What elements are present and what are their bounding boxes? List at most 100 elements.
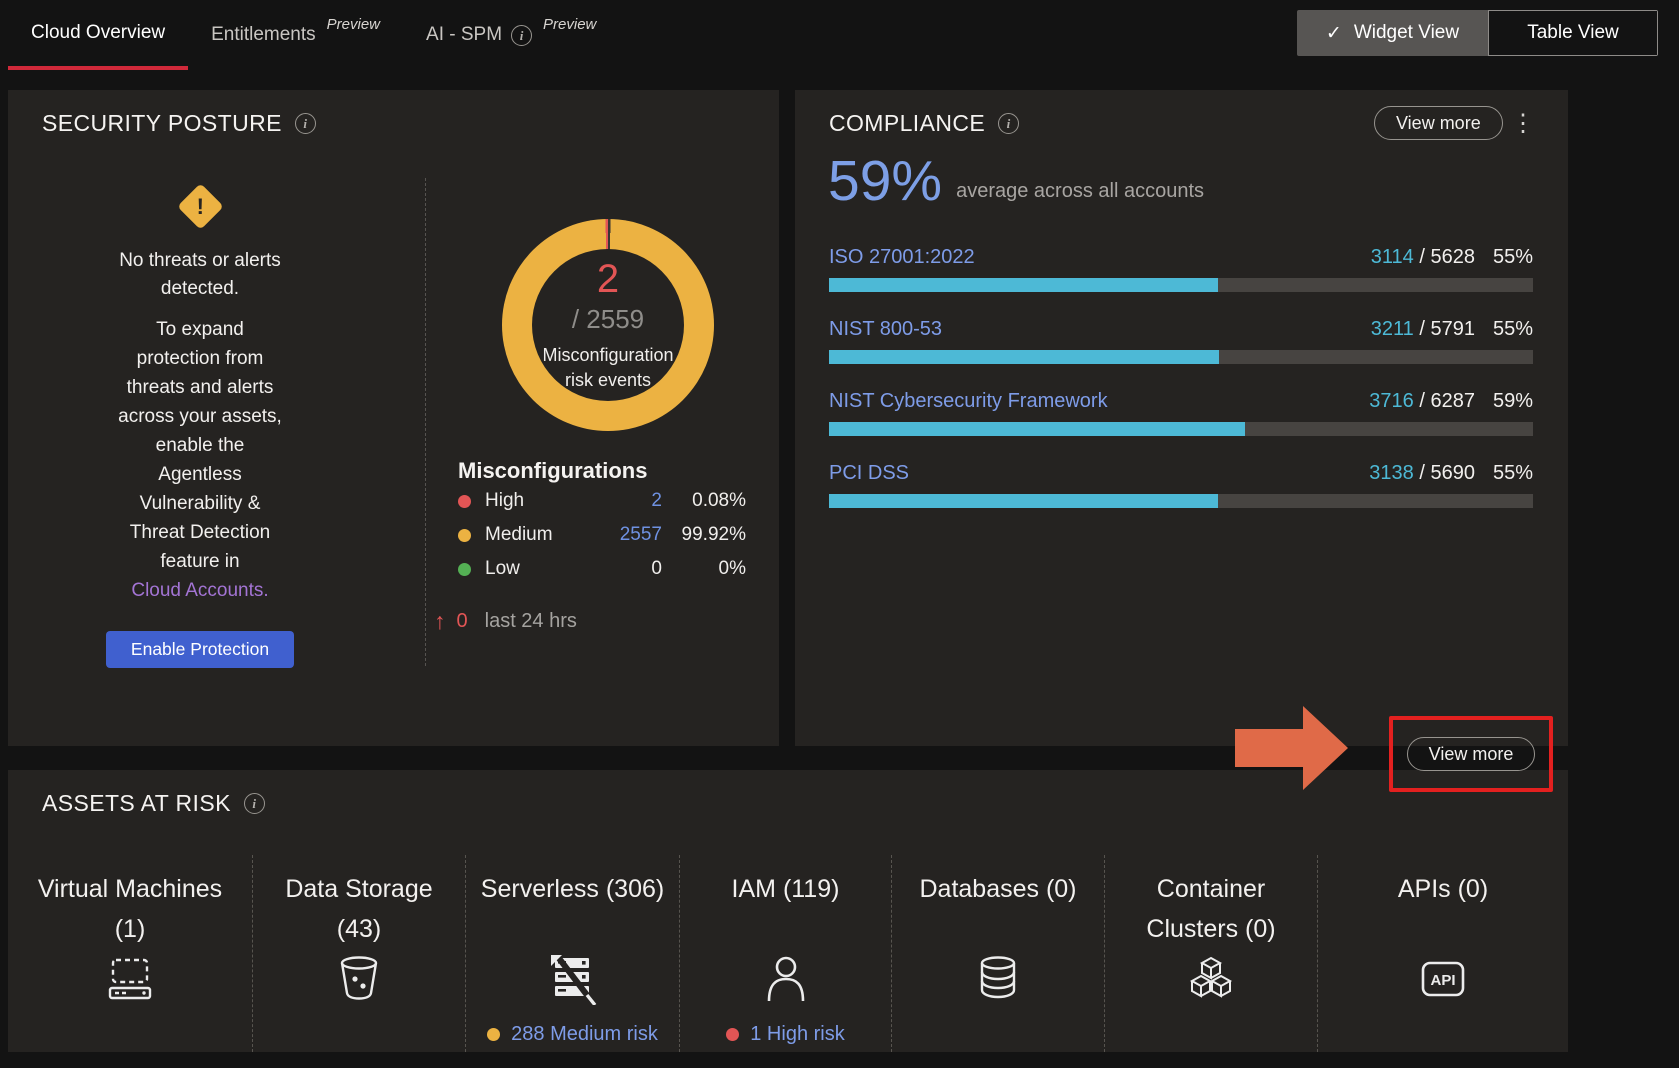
medium-risk-dot [487, 1028, 500, 1041]
databases-icon [892, 953, 1104, 1011]
container-clusters-icon [1105, 953, 1317, 1011]
legend-label: Medium [485, 524, 566, 546]
total-count: / 5628 [1414, 246, 1475, 268]
passed-count-link[interactable]: 3138 [1369, 462, 1414, 484]
tile-data-storage[interactable]: Data Storage (43) [253, 855, 466, 1052]
percent-label: 55% [1493, 318, 1533, 340]
passed-count-link[interactable]: 3211 [1371, 318, 1414, 340]
card-title-text: ASSETS AT RISK [42, 790, 231, 817]
standard-name-link[interactable]: NIST Cybersecurity Framework [829, 390, 1108, 413]
assets-at-risk-title: ASSETS AT RISK [42, 790, 265, 817]
standard-row: ISO 27001:2022 3114 / 5628 55% [829, 246, 1533, 292]
passed-count-link[interactable]: 3716 [1369, 390, 1414, 412]
compliance-view-more-button[interactable]: View more [1374, 106, 1503, 140]
info-icon[interactable] [244, 793, 265, 814]
compliance-card: COMPLIANCE View more 59% average across … [795, 90, 1568, 746]
tile-label: IAM (119) [680, 869, 891, 949]
progress-fill [829, 278, 1218, 292]
percent-label: 55% [1493, 246, 1533, 268]
total-count: / 5690 [1414, 462, 1475, 484]
standard-values: 3716 / 6287 59% [1369, 390, 1533, 413]
tile-databases[interactable]: Databases (0) [892, 855, 1105, 1052]
svg-text:API: API [1430, 972, 1455, 989]
tab-bar: Cloud Overview Entitlements Preview AI - … [8, 0, 619, 70]
tile-virtual-machines[interactable]: Virtual Machines (1) [8, 855, 253, 1052]
legend-row-high: High 2 0.08% [458, 484, 746, 518]
legend-label: High [485, 490, 566, 512]
assets-view-more-button[interactable]: View more [1407, 737, 1536, 771]
preview-badge: Preview [327, 16, 380, 33]
tab-ai-spm[interactable]: AI - SPM Preview [403, 0, 619, 70]
tile-iam[interactable]: IAM (119) 1 High risk [680, 855, 892, 1052]
security-posture-card: SECURITY POSTURE No threats or alerts de… [8, 90, 779, 746]
serverless-icon [466, 953, 679, 1011]
legend-row-medium: Medium 2557 99.92% [458, 518, 746, 552]
tile-container-clusters[interactable]: Container Clusters (0) [1105, 855, 1318, 1052]
standard-values: 3114 / 5628 55% [1371, 246, 1533, 269]
passed-count-link[interactable]: 3114 [1371, 246, 1414, 268]
widget-view-button[interactable]: Widget View [1297, 10, 1488, 56]
card-title-text: COMPLIANCE [829, 110, 985, 137]
tile-label: APIs (0) [1318, 869, 1568, 949]
card-title-text: SECURITY POSTURE [42, 110, 282, 137]
medium-count-link[interactable]: 2557 [566, 524, 662, 546]
percent-label: 59% [1493, 390, 1533, 412]
top-nav: Cloud Overview Entitlements Preview AI - … [0, 0, 1679, 70]
legend-percent: 0.08% [662, 490, 746, 512]
kebab-menu-icon[interactable] [1513, 106, 1533, 140]
assets-at-risk-card: ASSETS AT RISK Virtual Machines (1) Data… [8, 770, 1568, 1052]
vertical-divider [425, 178, 426, 666]
table-view-button[interactable]: Table View [1488, 10, 1658, 56]
cloud-accounts-link[interactable]: Cloud Accounts. [100, 576, 300, 605]
progress-track [829, 278, 1533, 292]
risk-label: 288 Medium risk [511, 1023, 658, 1046]
tab-cloud-overview[interactable]: Cloud Overview [8, 0, 188, 70]
tab-label: Entitlements [211, 24, 316, 46]
compliance-score: 59% average across all accounts [828, 152, 1204, 210]
standard-name-link[interactable]: PCI DSS [829, 462, 909, 485]
high-count-link[interactable]: 2 [566, 490, 662, 512]
high-risk-dot [726, 1028, 739, 1041]
percent-label: 55% [1493, 462, 1533, 484]
tab-entitlements[interactable]: Entitlements Preview [188, 0, 403, 70]
security-posture-title: SECURITY POSTURE [42, 110, 316, 137]
annotation-arrow-icon [1235, 703, 1350, 798]
apis-icon: API [1318, 953, 1568, 1011]
progress-fill [829, 494, 1218, 508]
warning-icon [177, 183, 224, 230]
standard-name-link[interactable]: ISO 27001:2022 [829, 246, 975, 269]
info-icon[interactable] [295, 113, 316, 134]
serverless-risk-link[interactable]: 288 Medium risk [466, 1023, 679, 1046]
enable-protection-button[interactable]: Enable Protection [106, 631, 294, 668]
tab-label: Cloud Overview [31, 22, 165, 44]
data-storage-icon [253, 953, 465, 1011]
iam-risk-link[interactable]: 1 High risk [680, 1023, 891, 1046]
total-count: / 6287 [1414, 390, 1475, 412]
iam-person-icon [680, 953, 891, 1011]
info-icon[interactable] [998, 113, 1019, 134]
tile-label: Container Clusters (0) [1119, 869, 1304, 949]
misconfiguration-donut-chart[interactable]: 2 / 2559 Misconfiguration risk events [502, 219, 714, 431]
legend-row-low: Low 0 0% [458, 552, 746, 586]
asset-tiles: Virtual Machines (1) Data Storage (43) [8, 855, 1568, 1052]
tile-apis[interactable]: APIs (0) API [1318, 855, 1568, 1052]
high-severity-dot [458, 495, 471, 508]
up-arrow-icon: ↑ [434, 608, 446, 635]
trend-label: last 24 hrs [485, 610, 577, 633]
no-threats-text: No threats or alerts detected. [100, 247, 300, 303]
trend-value: 0 [457, 610, 468, 633]
legend-label: Low [485, 558, 566, 580]
progress-track [829, 494, 1533, 508]
standard-name-link[interactable]: NIST 800-53 [829, 318, 942, 341]
widget-view-label: Widget View [1354, 22, 1459, 44]
standard-values: 3138 / 5690 55% [1369, 462, 1533, 485]
tile-serverless[interactable]: Serverless (306) [466, 855, 680, 1052]
tab-label: AI - SPM [426, 24, 502, 46]
tile-label: Data Storage (43) [267, 869, 452, 949]
threat-alert-panel: No threats or alerts detected. To expand… [100, 184, 300, 668]
risk-label: 1 High risk [750, 1023, 844, 1046]
progress-fill [829, 350, 1219, 364]
info-icon[interactable] [511, 25, 532, 46]
donut-value: 2 [597, 257, 619, 301]
view-toggle: Widget View Table View [1297, 10, 1658, 56]
